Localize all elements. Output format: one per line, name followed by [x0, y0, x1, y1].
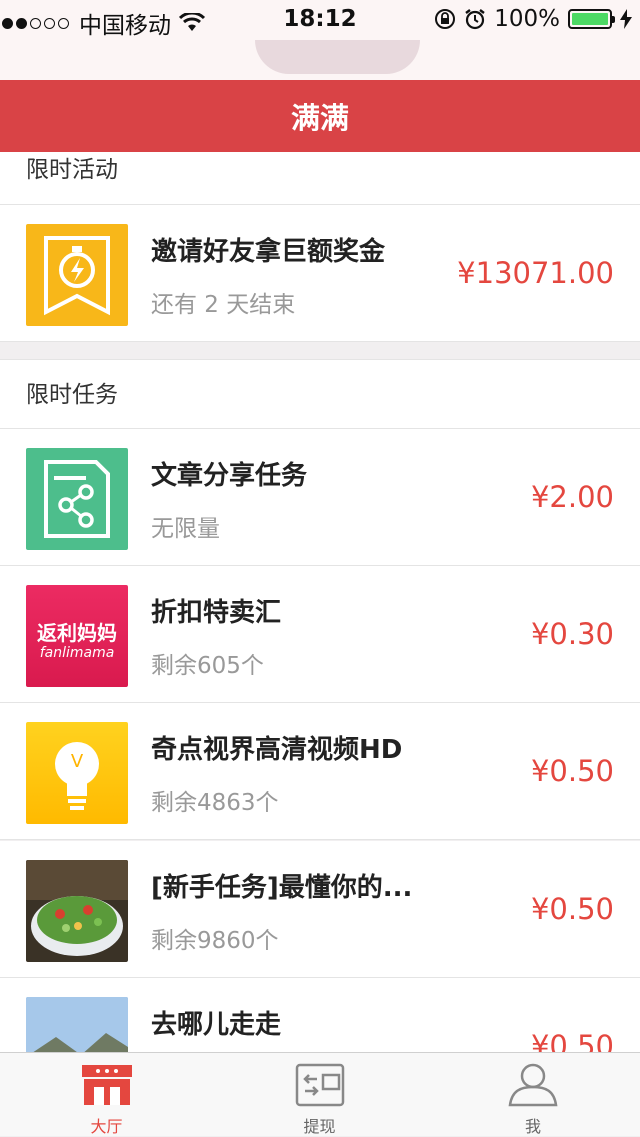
storefront-icon	[81, 1065, 132, 1105]
battery-percent: 100%	[494, 6, 560, 32]
battery-icon	[568, 9, 615, 29]
task-price: ¥0.50	[530, 892, 614, 926]
tab-label: 我	[524, 1117, 541, 1136]
task-row-discount[interactable]: 返利妈妈 fanlimama 折扣特卖汇 剩余605个 ¥0.30	[0, 566, 640, 703]
task-subtitle: 剩余9860个	[151, 928, 279, 954]
fanlimama-logo-icon: 返利妈妈 fanlimama	[26, 585, 128, 687]
task-row-article-share[interactable]: 文章分享任务 无限量 ¥2.00	[0, 429, 640, 566]
activity-row[interactable]: 邀请好友拿巨额奖金 还有 2 天结束 ¥13071.00	[0, 205, 640, 342]
task-row-video[interactable]: V 奇点视界高清视频HD 剩余4863个 ¥0.50	[0, 703, 640, 840]
orientation-lock-icon	[435, 9, 456, 29]
section-label-limited-tasks: 限时任务	[0, 359, 640, 429]
nav-bar-background	[0, 40, 640, 80]
task-subtitle: 剩余605个	[151, 653, 264, 679]
share-document-icon	[26, 448, 128, 550]
lightbulb-icon: V	[26, 722, 128, 824]
task-title: 折扣特卖汇	[151, 598, 282, 628]
task-price: ¥0.50	[530, 754, 614, 788]
task-subtitle: 剩余4863个	[151, 790, 279, 816]
activity-subtitle: 还有 2 天结束	[151, 292, 296, 318]
alarm-icon	[465, 9, 485, 30]
lightbulb-letter: V	[70, 751, 84, 772]
task-title: 文章分享任务	[151, 461, 308, 491]
fanlimama-logo-text: 返利妈妈	[37, 621, 117, 645]
task-title: 奇点视界高清视频HD	[151, 735, 403, 765]
tab-bar: 大厅 提现 我	[0, 1052, 640, 1136]
task-subtitle: 无限量	[151, 516, 220, 542]
activity-title: 邀请好友拿巨额奖金	[151, 237, 386, 267]
blurred-region	[255, 40, 420, 74]
task-row-newbie[interactable]: [新手任务]最懂你的... 剩余9860个 ¥0.50	[0, 841, 640, 978]
fanlimama-logo-subtext: fanlimama	[39, 645, 115, 661]
tab-withdraw[interactable]: 提现	[213, 1053, 426, 1137]
section-label-limited-activity: 限时活动	[0, 152, 640, 205]
task-title: [新手任务]最懂你的...	[151, 873, 413, 903]
charging-icon	[620, 9, 632, 29]
user-profile-icon	[508, 1063, 558, 1107]
page-title: 满满	[0, 80, 640, 152]
tab-label: 大厅	[90, 1117, 123, 1136]
stopwatch-ribbon-icon	[26, 224, 128, 326]
task-price: ¥2.00	[530, 480, 614, 514]
task-title: 去哪儿走走	[151, 1010, 282, 1040]
tab-hall[interactable]: 大厅	[0, 1053, 213, 1137]
task-price: ¥0.30	[530, 617, 614, 651]
tab-label: 提现	[303, 1117, 336, 1136]
tab-me[interactable]: 我	[426, 1053, 640, 1137]
status-bar: 中国移动 18:12 100%	[0, 0, 640, 40]
activity-price: ¥13071.00	[457, 256, 614, 290]
salad-photo-icon	[26, 860, 128, 962]
wallet-transfer-icon	[295, 1063, 344, 1107]
